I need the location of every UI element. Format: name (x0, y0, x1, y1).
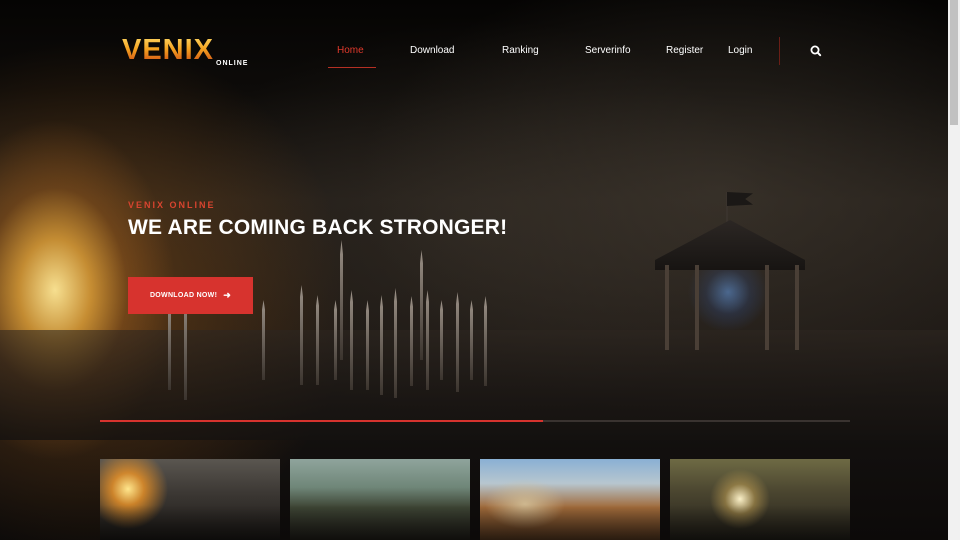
nav-item-ranking[interactable]: Ranking (502, 45, 539, 56)
tent-roof (655, 220, 805, 270)
nav-item-serverinfo[interactable]: Serverinfo (585, 45, 631, 56)
nav-item-download[interactable]: Download (410, 45, 454, 56)
tent-leg (665, 265, 669, 350)
slider-progress-fill (100, 420, 543, 422)
thumbnail-3[interactable] (480, 459, 660, 540)
nav-item-home[interactable]: Home (337, 45, 364, 56)
hero-ground (0, 330, 948, 440)
search-button[interactable] (806, 41, 826, 61)
thumbnail-shade (480, 505, 660, 540)
hero-eyebrow: VENIX ONLINE (128, 200, 216, 210)
spike-decoration (262, 300, 265, 380)
site-header: VENIX ONLINE Home Download Ranking Serve… (0, 0, 948, 90)
logo-subtext: ONLINE (216, 60, 249, 67)
nav-active-underline (328, 67, 376, 68)
download-button-label: DOWNLOAD NOW! (149, 292, 218, 299)
spike-decoration (470, 300, 473, 380)
spike-decoration (426, 290, 429, 390)
spike-decoration (380, 295, 383, 395)
spike-decoration (394, 288, 397, 398)
spike-decoration (334, 300, 337, 380)
arrow-right-icon: ➜ (223, 290, 232, 300)
scrollbar-thumb[interactable] (950, 0, 958, 125)
spike-decoration (410, 296, 413, 386)
search-icon (810, 45, 822, 57)
spike-decoration (440, 300, 443, 380)
tent-decoration (655, 220, 805, 350)
thumbnail-shade (670, 505, 850, 540)
thumbnail-shade (290, 505, 470, 540)
tent-leg (765, 265, 769, 350)
thumbnail-1[interactable] (100, 459, 280, 540)
thumbnail-shade (100, 505, 280, 540)
nav-item-register[interactable]: Register (666, 45, 703, 56)
logo-text: VENIX (122, 34, 215, 66)
nav-divider (779, 37, 780, 65)
spike-decoration (456, 292, 459, 392)
thumbnail-4[interactable] (670, 459, 850, 540)
spike-decoration (484, 296, 487, 386)
spike-decoration (420, 250, 423, 360)
hero-title: WE ARE COMING BACK STRONGER! (128, 216, 508, 239)
tent-leg (795, 265, 799, 350)
nav-item-login[interactable]: Login (728, 45, 752, 56)
spike-decoration (340, 240, 343, 360)
spike-decoration (316, 295, 319, 385)
site-logo[interactable]: VENIX ONLINE (122, 34, 262, 70)
spike-decoration (366, 300, 369, 390)
download-now-button[interactable]: DOWNLOAD NOW! ➜ (128, 277, 253, 314)
slider-progress-track (100, 420, 850, 422)
thumbnail-2[interactable] (290, 459, 470, 540)
page-scrollbar[interactable] (948, 0, 960, 540)
spike-decoration (350, 290, 353, 390)
spike-decoration (300, 285, 303, 385)
tent-leg (695, 265, 699, 350)
